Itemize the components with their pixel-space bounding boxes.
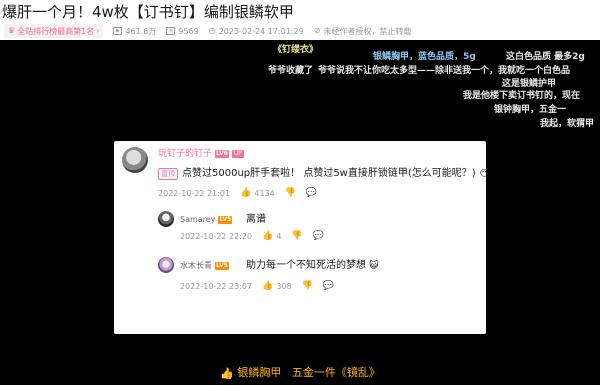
copyright-notice: ⊘ 未经作者授权，禁止转载 [314, 26, 412, 37]
comment-author[interactable]: 玩钉子的钉子 LV6 UP [158, 148, 244, 160]
no-reprint-icon: ⊘ [313, 26, 321, 35]
like-count: 4134 [254, 189, 275, 198]
comment-time: 2022-10-22 21:01 [158, 189, 231, 198]
avatar [158, 211, 174, 227]
view-count: ▶ 461.6万 [113, 26, 156, 37]
level-badge: LV6 [215, 150, 229, 158]
reply-author[interactable]: 水木长青 LV5 [180, 260, 229, 271]
reply-text-value: 助力每一个不知死活的梦想 [246, 260, 366, 271]
view-count-value: 461.6万 [125, 26, 157, 36]
reply-text: 离谱 [246, 214, 266, 225]
video-subtitle: 👍 银鳞胸甲 五金一件《镜乱》 [0, 366, 600, 381]
reply-text: 助力每一个不知死活的梦想 😺 [246, 259, 379, 273]
copyright-text: 未经作者授权，禁止转载 [323, 26, 412, 36]
danmaku-icon: ≡ [166, 27, 176, 35]
reply-author[interactable]: Samarey LV5 [180, 214, 233, 225]
video-title: 爆肝一个月！4w枚【订书钉】编制银鳞软甲 [2, 3, 294, 21]
avatar [122, 147, 148, 173]
reply-username: 水木长青 [180, 261, 212, 270]
publish-time: ◷ 2023-02-24 17:01:29 [209, 27, 304, 36]
comment-username: 玩钉子的钉子 [158, 149, 213, 159]
danmaku-item: 银钟胸甲，五金一 [494, 105, 567, 115]
rank-label: 全站排行榜最高第1名 [17, 26, 95, 36]
up-badge: UP [231, 150, 244, 158]
thumbs-up-emoji-icon: 👍 [220, 367, 234, 380]
trophy-icon: ♛ [8, 26, 16, 35]
like-button[interactable]: 👍 4134 [240, 188, 275, 199]
reply-meta: 2022-10-22 23:07 👍 308 👎 💬 [180, 281, 334, 292]
danmaku-item: 《钉缕衣》 [273, 45, 319, 55]
danmaku-item: 我是他楼下卖订书钉的，现在 [463, 91, 581, 101]
reply-time: 2022-10-22 23:07 [180, 282, 253, 291]
like-count: 4 [276, 232, 282, 241]
level-badge: LV5 [218, 215, 233, 224]
reply-meta: 2022-10-22 22:20 👍 4 👎 💬 [180, 231, 324, 242]
thumbs-up-icon: 👍 [240, 188, 252, 198]
emoji-icon: 😶 [479, 169, 490, 179]
reply-icon[interactable]: 💬 [323, 281, 334, 292]
video-player[interactable]: 《钉缕衣》 银鳞胸甲，蓝色品质，5g 这白色品质 最多2g 爷爷收藏了 爷爷说我… [0, 40, 600, 385]
chevron-right-icon: › [96, 26, 100, 35]
danmaku-count: ≡ 9569 [166, 26, 199, 36]
play-count-icon: ▶ [113, 27, 123, 35]
reply-username: Samarey [180, 215, 216, 224]
like-count: 308 [276, 282, 292, 291]
video-meta: ♛ 全站排行榜最高第1名 › ▶ 461.6万 ≡ 9569 ◷ 2023-02… [4, 23, 411, 39]
emoji-icon: 😺 [369, 261, 379, 271]
subtitle-part-2: 五金一件《镜乱》 [291, 366, 380, 379]
thumbs-up-icon: 👍 [262, 231, 274, 241]
thumbs-down-icon[interactable]: 👎 [302, 281, 313, 292]
danmaku-item: 爷爷说我不让你吃太多型——除非送我一个，我就吃一个白色品 [318, 66, 571, 76]
subtitle-part-1: 银鳞胸甲 [237, 366, 282, 379]
comment-content: 置顶 点赞过5000up肝手套啦！ 点赞过5w直接肝锁链甲(怎么可能呢？) 😶 [158, 167, 489, 181]
comment-card: 玩钉子的钉子 LV6 UP 置顶 点赞过5000up肝手套啦！ 点赞过5w直接肝… [114, 141, 489, 334]
comment-meta: 2022-10-22 21:01 👍 4134 👎 💬 [158, 188, 317, 199]
level-badge: LV5 [215, 261, 229, 270]
reply-item: Samarey LV5 离谱 2022-10-22 22:20 👍 4 👎 💬 [158, 211, 478, 247]
reply-icon[interactable]: 💬 [306, 188, 317, 199]
danmaku-item: 我起，软猬甲 [540, 119, 595, 129]
danmaku-item: 这是银鳞护甲 [502, 79, 557, 89]
reply-icon[interactable]: 💬 [313, 231, 324, 242]
avatar [158, 257, 174, 273]
danmaku-item: 爷爷收藏了 [268, 66, 314, 76]
clock-icon: ◷ [208, 26, 216, 35]
like-button[interactable]: 👍 4 [262, 231, 281, 242]
danmaku-item: 银鳞胸甲，蓝色品质，5g [373, 52, 476, 62]
thumbs-up-icon: 👍 [262, 281, 274, 291]
like-button[interactable]: 👍 308 [262, 281, 292, 292]
publish-time-value: 2023-02-24 17:01:29 [218, 26, 304, 36]
rank-badge[interactable]: ♛ 全站排行榜最高第1名 › [4, 24, 104, 38]
pinned-badge: 置顶 [158, 168, 178, 180]
danmaku-count-value: 9569 [178, 26, 199, 36]
thumbs-down-icon[interactable]: 👎 [291, 231, 302, 242]
thumbs-down-icon[interactable]: 👎 [285, 188, 296, 199]
comment-text: 点赞过5000up肝手套啦！ 点赞过5w直接肝锁链甲(怎么可能呢？) [182, 168, 476, 179]
danmaku-item: 这白色品质 最多2g [506, 52, 585, 62]
reply-item: 水木长青 LV5 助力每一个不知死活的梦想 😺 2022-10-22 23:07… [158, 257, 478, 293]
reply-time: 2022-10-22 22:20 [180, 232, 253, 241]
